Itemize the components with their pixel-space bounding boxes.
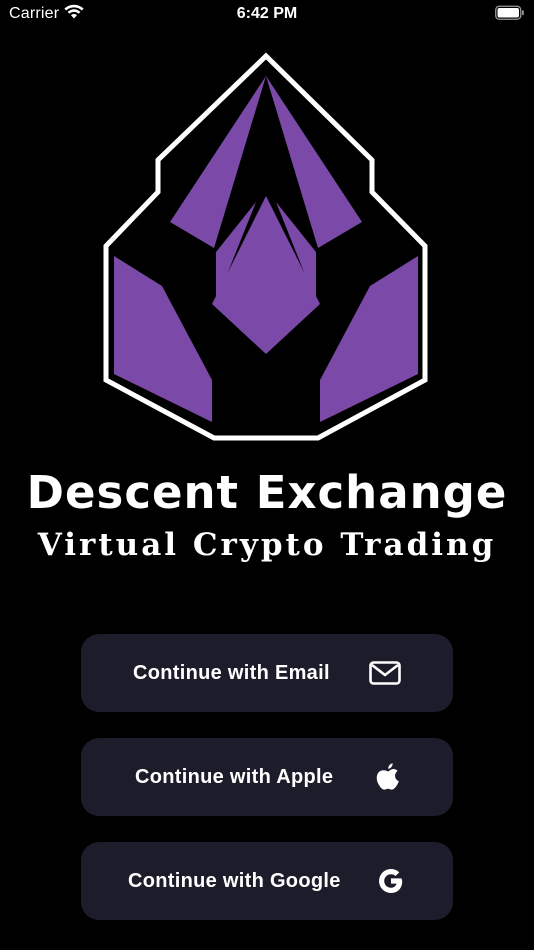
continue-with-google-button[interactable]: Continue with Google <box>81 842 453 920</box>
google-icon <box>375 842 407 920</box>
status-bar: Carrier 6:42 PM <box>0 0 534 30</box>
email-button-label: Continue with Email <box>133 661 330 684</box>
battery-icon <box>495 5 525 26</box>
brand-title: Descent Exchange <box>26 466 508 519</box>
apple-button-label: Continue with Apple <box>135 765 334 788</box>
status-time: 6:42 PM <box>236 5 298 22</box>
continue-with-apple-button[interactable]: Continue with Apple <box>81 738 453 816</box>
google-button-label: Continue with Google <box>128 869 341 892</box>
brand-logo <box>102 52 430 442</box>
apple-icon <box>375 738 401 816</box>
envelope-icon <box>369 634 401 712</box>
continue-with-email-button[interactable]: Continue with Email <box>81 634 453 712</box>
brand-subtitle: Virtual Crypto Trading <box>37 527 497 563</box>
auth-options: Continue with Email Continue with Apple … <box>81 634 453 946</box>
